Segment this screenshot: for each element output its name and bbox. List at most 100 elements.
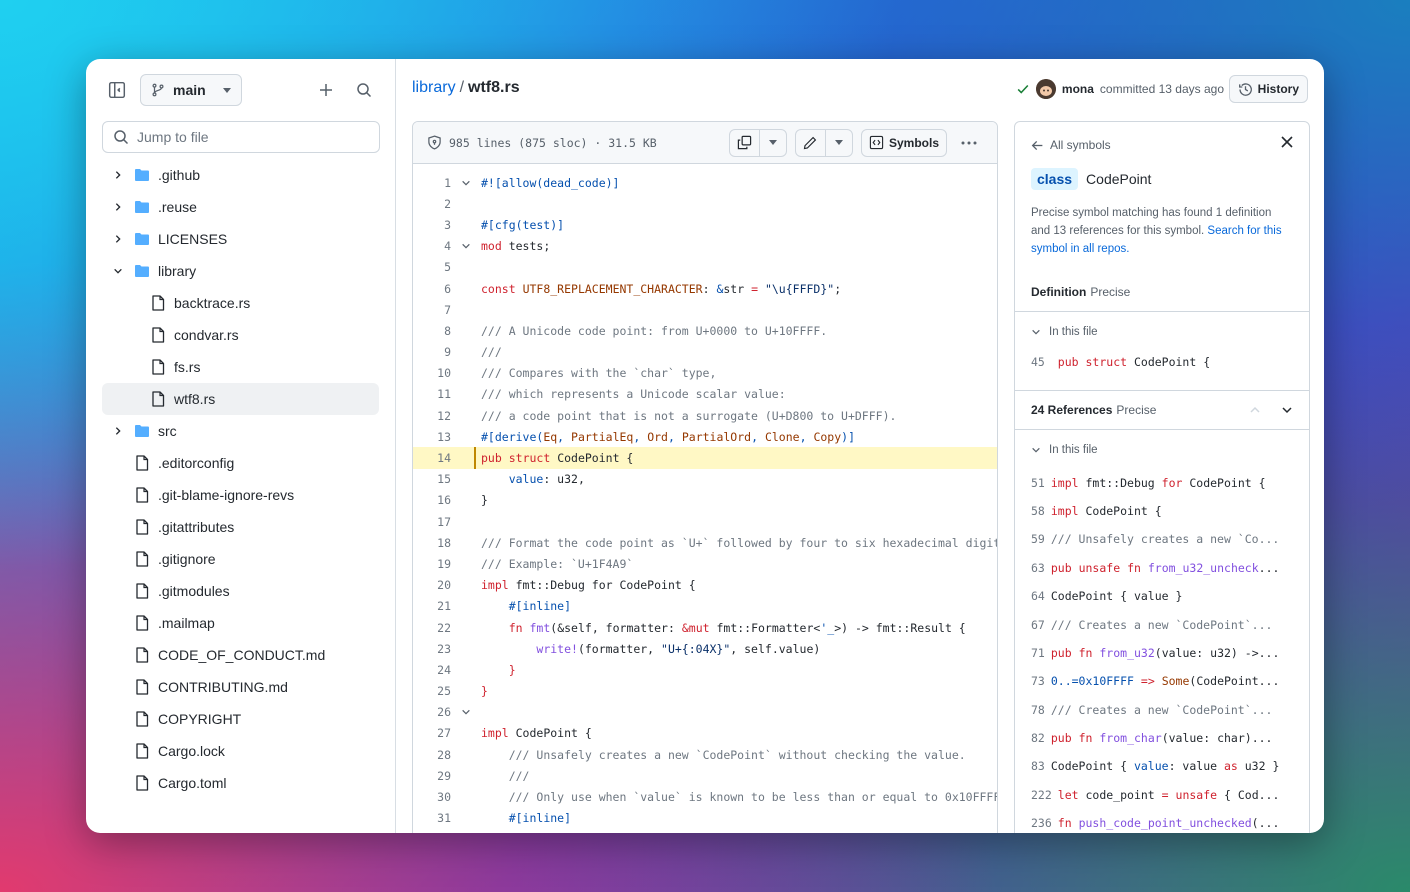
tree-folder[interactable]: .reuse	[102, 191, 379, 223]
line-number[interactable]: 9	[413, 345, 451, 359]
line-number[interactable]: 22	[413, 621, 451, 635]
line-number[interactable]: 15	[413, 472, 451, 486]
tree-file[interactable]: .mailmap	[102, 607, 379, 639]
code-line[interactable]: 22 fn fmt(&self, formatter: &mut fmt::Fo…	[413, 617, 997, 638]
code-line[interactable]: 9 ///	[413, 342, 997, 363]
tree-folder[interactable]: .github	[102, 159, 379, 191]
chevron-up-icon[interactable]	[1249, 404, 1261, 416]
reference-item[interactable]: 82 pub fn from_char (value: char)...	[1015, 724, 1309, 752]
copy-dropdown-button[interactable]	[760, 130, 786, 156]
reference-item[interactable]: 73 0..=0x10FFFF => Some (CodePoint...	[1015, 667, 1309, 695]
code-line[interactable]: 23 write!(formatter, "U+{:04X}", self.va…	[413, 638, 997, 659]
code-line[interactable]: 28 /// Unsafely creates a new `CodePoint…	[413, 744, 997, 765]
line-number[interactable]: 7	[413, 303, 451, 317]
code-line[interactable]: 19 /// Example: `U+1F4A9`	[413, 553, 997, 574]
line-number[interactable]: 12	[413, 409, 451, 423]
code-line[interactable]: 18 /// Format the code point as `U+` foll…	[413, 532, 997, 553]
line-number[interactable]: 18	[413, 536, 451, 550]
code-line[interactable]: 29 ///	[413, 765, 997, 786]
fold-chevron-icon[interactable]	[451, 241, 481, 251]
tree-folder[interactable]: src	[102, 415, 379, 447]
reference-item[interactable]: 236 fn push_code_point_unchecked (...	[1015, 809, 1309, 833]
definition-reference[interactable]: 45 pub struct CodePoint {	[1015, 348, 1309, 376]
avatar[interactable]	[1035, 79, 1056, 99]
tree-file[interactable]: wtf8.rs	[102, 383, 379, 415]
reference-item[interactable]: 83 CodePoint { value: value as u32 }	[1015, 752, 1309, 780]
chevron-right-icon[interactable]	[110, 170, 126, 180]
tree-file[interactable]: Cargo.toml	[102, 767, 379, 799]
tree-file[interactable]: CODE_OF_CONDUCT.md	[102, 639, 379, 671]
line-number[interactable]: 3	[413, 218, 451, 232]
tree-folder[interactable]: LICENSES	[102, 223, 379, 255]
code-line[interactable]: 17	[413, 511, 997, 532]
tree-file[interactable]: condvar.rs	[102, 319, 379, 351]
line-number[interactable]: 5	[413, 260, 451, 274]
reference-item[interactable]: 51 impl fmt::Debug for CodePoint {	[1015, 468, 1309, 496]
definition-in-this-file-toggle[interactable]: In this file	[1015, 318, 1309, 346]
line-number[interactable]: 19	[413, 557, 451, 571]
edit-dropdown-button[interactable]	[826, 130, 852, 156]
line-number[interactable]: 4	[413, 239, 451, 253]
chevron-right-icon[interactable]	[110, 234, 126, 244]
history-button[interactable]: History	[1228, 75, 1308, 103]
fold-chevron-icon[interactable]	[451, 178, 481, 188]
reference-item[interactable]: 59 /// Unsafely creates a new `Co...	[1015, 525, 1309, 553]
jump-to-file-input[interactable]	[137, 129, 369, 145]
tree-file[interactable]: .editorconfig	[102, 447, 379, 479]
code-line[interactable]: 12 /// a code point that is not a surroga…	[413, 405, 997, 426]
branch-selector[interactable]: main	[140, 74, 242, 106]
breadcrumb-parent-link[interactable]: library	[412, 79, 456, 96]
chevron-down-icon[interactable]	[1281, 404, 1293, 416]
reference-item[interactable]: 71 pub fn from_u32 (value: u32) ->...	[1015, 639, 1309, 667]
line-number[interactable]: 21	[413, 599, 451, 613]
commit-author[interactable]: mona	[1062, 82, 1094, 96]
code-line[interactable]: 6 const UTF8_REPLACEMENT_CHARACTER: &str …	[413, 278, 997, 299]
reference-item[interactable]: 64 CodePoint { value }	[1015, 582, 1309, 610]
code-line[interactable]: 11 /// which represents a Unicode scalar …	[413, 384, 997, 405]
close-symbols-button[interactable]	[1281, 136, 1293, 151]
code-line[interactable]: 10 /// Compares with the `char` type,	[413, 363, 997, 384]
chevron-right-icon[interactable]	[110, 426, 126, 436]
code-line[interactable]: 7	[413, 299, 997, 320]
tree-folder[interactable]: library	[102, 255, 379, 287]
reference-item[interactable]: 58 impl CodePoint {	[1015, 497, 1309, 525]
code-line[interactable]: 24 }	[413, 659, 997, 680]
reference-item[interactable]: 222 let code_point = unsafe { Cod...	[1015, 781, 1309, 809]
jump-to-file-field[interactable]	[102, 121, 380, 153]
code-line[interactable]: 21 #[inline]	[413, 596, 997, 617]
tree-file[interactable]: .gitattributes	[102, 511, 379, 543]
line-number[interactable]: 10	[413, 366, 451, 380]
line-number[interactable]: 23	[413, 642, 451, 656]
line-number[interactable]: 25	[413, 684, 451, 698]
code-line[interactable]: 30 /// Only use when `value` is known to…	[413, 786, 997, 807]
chevron-right-icon[interactable]	[110, 202, 126, 212]
line-number[interactable]: 14	[413, 451, 451, 465]
line-number[interactable]: 20	[413, 578, 451, 592]
tree-file[interactable]: .gitmodules	[102, 575, 379, 607]
code-line[interactable]: 2	[413, 193, 997, 214]
code-line[interactable]: 16}	[413, 490, 997, 511]
tree-file[interactable]: CONTRIBUTING.md	[102, 671, 379, 703]
code-line[interactable]: 26	[413, 702, 997, 723]
line-number[interactable]: 17	[413, 515, 451, 529]
all-symbols-back-button[interactable]: All symbols	[1031, 136, 1293, 154]
copy-raw-button[interactable]	[730, 129, 760, 156]
line-number[interactable]: 13	[413, 430, 451, 444]
code-line[interactable]: 14 pub struct CodePoint {	[413, 447, 997, 469]
line-number[interactable]: 29	[413, 769, 451, 783]
code-line[interactable]: 27 impl CodePoint {	[413, 723, 997, 744]
tree-file[interactable]: fs.rs	[102, 351, 379, 383]
more-options-button[interactable]	[955, 129, 983, 157]
code-line[interactable]: 25}	[413, 681, 997, 702]
chevron-down-icon[interactable]	[110, 266, 126, 276]
collapse-sidebar-button[interactable]	[102, 75, 132, 105]
line-number[interactable]: 31	[413, 811, 451, 825]
line-number[interactable]: 26	[413, 705, 451, 719]
tree-file[interactable]: COPYRIGHT	[102, 703, 379, 735]
code-line[interactable]: 15 value: u32,	[413, 469, 997, 490]
line-number[interactable]: 1	[413, 176, 451, 190]
reference-item[interactable]: 78 /// Creates a new `CodePoint`...	[1015, 696, 1309, 724]
line-number[interactable]: 30	[413, 790, 451, 804]
reference-item[interactable]: 67 /// Creates a new `CodePoint`...	[1015, 610, 1309, 638]
symbols-button[interactable]: Symbols	[860, 128, 947, 157]
